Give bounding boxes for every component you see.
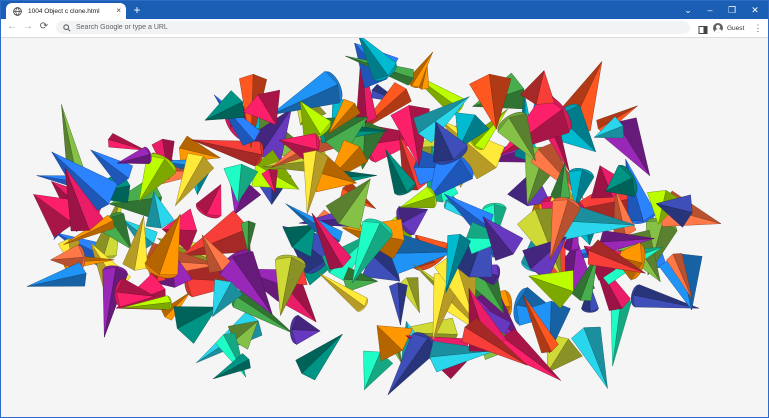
new-tab-button[interactable]: +: [130, 3, 144, 17]
kebab-menu-icon[interactable]: ⋮: [753, 21, 763, 35]
address-input[interactable]: [76, 22, 676, 33]
reload-button[interactable]: ⟳: [37, 20, 51, 34]
side-panel-icon[interactable]: [698, 22, 708, 34]
active-tab[interactable]: 1004 Object c clone.html ×: [6, 3, 126, 19]
cone-shape: [173, 306, 218, 344]
profile-label: Guest: [727, 24, 745, 32]
tab-close-icon[interactable]: ×: [116, 6, 121, 16]
globe-icon: [12, 6, 22, 16]
browser-window: 1004 Object c clone.html × + ⌄ – ❐ ✕ ← →…: [0, 0, 769, 418]
cone-scene-canvas: [27, 38, 721, 396]
forward-button[interactable]: →: [21, 20, 35, 34]
cone-shape: [27, 262, 87, 287]
tab-search-icon[interactable]: ⌄: [677, 2, 699, 18]
avatar-icon: [713, 23, 723, 33]
minimize-button[interactable]: –: [699, 2, 721, 18]
profile-button[interactable]: Guest: [713, 21, 744, 35]
cone-shape: [389, 282, 408, 326]
title-bar: 1004 Object c clone.html × + ⌄ – ❐ ✕: [1, 1, 768, 19]
back-button[interactable]: ←: [5, 20, 19, 34]
cone-shape: [204, 90, 245, 121]
cone-shape: [108, 133, 146, 151]
browser-toolbar: ← → ⟳ Guest ⋮: [1, 19, 768, 38]
close-button[interactable]: ✕: [744, 2, 766, 18]
tab-title: 1004 Object c clone.html: [28, 7, 100, 15]
search-icon: [62, 23, 72, 33]
webgl-viewport[interactable]: [1, 38, 768, 417]
omnibox[interactable]: [56, 21, 690, 34]
restore-button[interactable]: ❐: [721, 2, 743, 18]
